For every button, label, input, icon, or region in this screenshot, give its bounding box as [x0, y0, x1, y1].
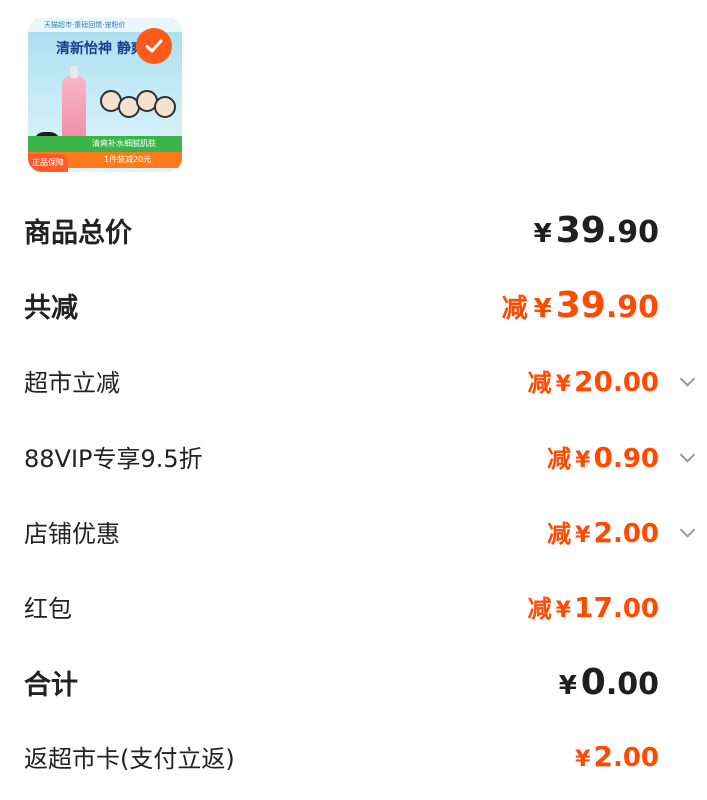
discount-prefix: 减	[527, 594, 552, 623]
amount-integer: 0	[593, 440, 613, 474]
amount-integer: 20	[573, 364, 613, 398]
row-store-discount[interactable]: 店铺优惠 减 ¥ 2 .00	[24, 511, 696, 551]
red-packet-label: 红包	[24, 594, 72, 623]
store-discount-label: 店铺优惠	[24, 519, 120, 548]
discount-prefix: 减	[547, 519, 572, 548]
vip-discount-amount: 减 ¥ 0 .90	[547, 439, 696, 474]
currency-symbol: ¥	[533, 218, 552, 249]
genuine-guarantee-badge: 正品保障	[28, 154, 68, 172]
cashback-label: 返超市卡(支付立返)	[24, 744, 235, 773]
currency-symbol: ¥	[575, 447, 591, 473]
total-discount-amount: 减 ¥ 39 .90	[502, 285, 659, 326]
row-red-packet: 红包 减 ¥ 17 .00	[24, 586, 659, 626]
chevron-down-icon[interactable]	[679, 371, 696, 387]
amount-integer: 2	[593, 739, 613, 773]
amount-integer: 0	[580, 661, 606, 703]
row-supermarket-discount[interactable]: 超市立减 减 ¥ 20 .00	[24, 360, 696, 400]
supermarket-discount-label: 超市立减	[24, 368, 120, 397]
amount-decimal: .90	[605, 214, 659, 250]
amount-decimal: .00	[612, 367, 659, 398]
currency-symbol: ¥	[558, 670, 577, 701]
row-grand-total: 合计 ¥ 0 .00	[24, 660, 659, 704]
amount-decimal: .00	[605, 666, 659, 702]
amount-decimal: .00	[612, 518, 659, 549]
discount-prefix: 减	[547, 444, 572, 473]
row-subtotal: 商品总价 ¥ 39 .90	[24, 208, 659, 252]
banner-headline: 清新怡神 静爽	[56, 41, 145, 57]
red-packet-amount: 减 ¥ 17 .00	[528, 589, 659, 624]
amount-decimal: .90	[605, 289, 659, 325]
amount-integer: 17	[573, 590, 613, 624]
amount-integer: 2	[593, 515, 613, 549]
row-cashback-card: 返超市卡(支付立返) ¥ 2 .00	[24, 736, 659, 776]
chevron-down-icon[interactable]	[679, 522, 696, 538]
subtotal-amount: ¥ 39 .90	[534, 210, 659, 251]
amount-integer: 39	[555, 209, 606, 251]
amount-decimal: .00	[612, 742, 659, 773]
currency-symbol: ¥	[555, 597, 571, 623]
cartoon-people-image	[100, 90, 176, 136]
product-tag-green: 清爽补水细腻肌肤	[28, 136, 182, 152]
store-discount-amount: 减 ¥ 2 .00	[547, 514, 696, 549]
currency-symbol: ¥	[555, 371, 571, 397]
grand-total-label: 合计	[24, 669, 78, 701]
chevron-down-icon[interactable]	[679, 447, 696, 463]
product-thumbnail[interactable]: 天猫超市·重磅回馈·宠粉价 清新怡神 静爽 清爽补水细腻肌肤 1件装减20元 正…	[28, 18, 182, 172]
row-88vip-discount[interactable]: 88VIP专享9.5折 减 ¥ 0 .90	[24, 436, 696, 476]
subtotal-label: 商品总价	[24, 217, 132, 249]
discount-prefix: 减	[501, 293, 528, 324]
grand-total-amount: ¥ 0 .00	[559, 662, 659, 703]
amount-decimal: .00	[612, 593, 659, 624]
discount-prefix: 减	[527, 368, 552, 397]
total-discount-label: 共减	[24, 292, 78, 324]
supermarket-discount-amount: 减 ¥ 20 .00	[527, 363, 696, 398]
currency-symbol: ¥	[575, 746, 591, 772]
row-total-discount: 共减 减 ¥ 39 .90	[24, 283, 659, 327]
vip-discount-label: 88VIP专享9.5折	[24, 444, 203, 473]
currency-symbol: ¥	[575, 522, 591, 548]
amount-decimal: .90	[612, 443, 659, 474]
amount-integer: 39	[555, 284, 606, 326]
cashback-amount: ¥ 2 .00	[575, 740, 659, 773]
currency-symbol: ¥	[533, 293, 552, 324]
check-icon[interactable]	[136, 28, 172, 64]
